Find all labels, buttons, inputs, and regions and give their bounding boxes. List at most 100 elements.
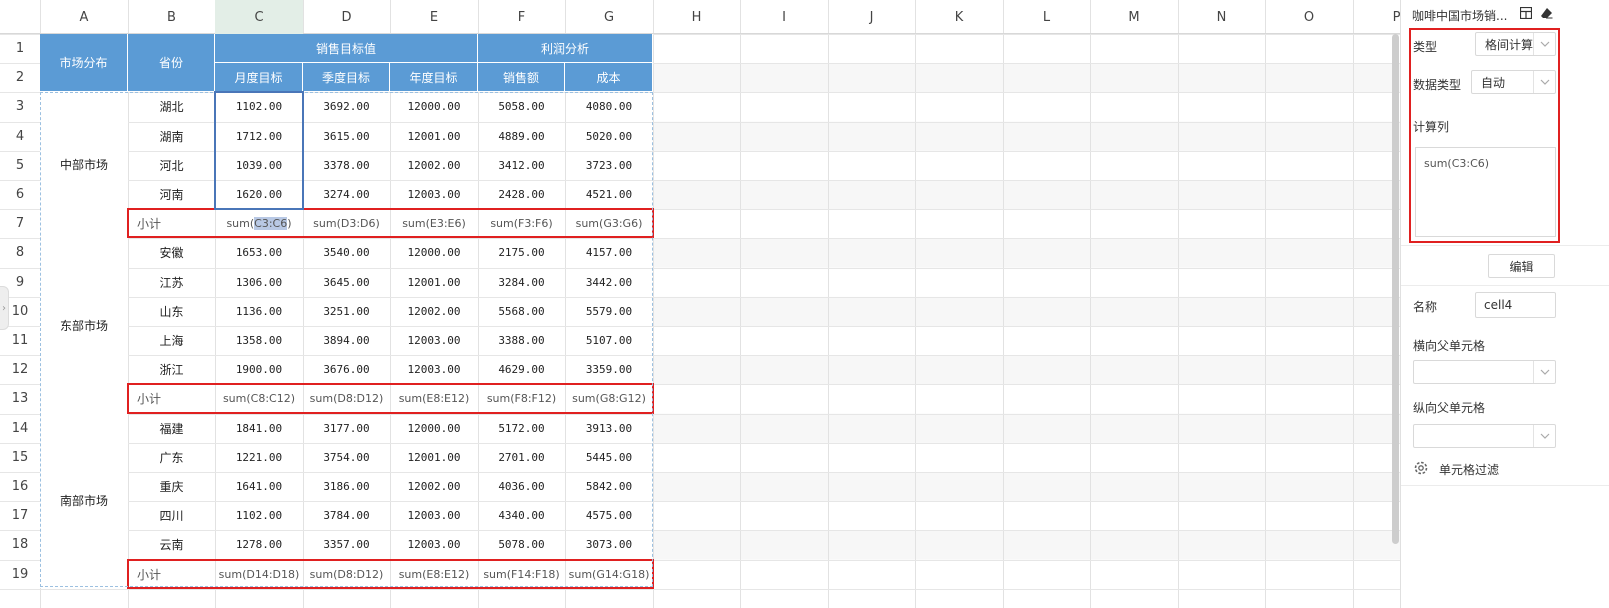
value-cell[interactable]: 3754.00 — [303, 443, 390, 472]
value-cell[interactable]: 3913.00 — [565, 414, 653, 443]
value-cell[interactable]: 3676.00 — [303, 355, 390, 384]
region-cell[interactable]: 东部市场 — [40, 238, 128, 413]
province-cell[interactable]: 湖北 — [128, 92, 215, 121]
value-cell[interactable]: 1102.00 — [215, 501, 303, 530]
value-cell[interactable]: 3723.00 — [565, 151, 653, 180]
value-cell[interactable]: 1102.00 — [215, 92, 303, 121]
column-header-i[interactable]: I — [740, 0, 828, 34]
column-header-c[interactable]: C — [215, 0, 303, 34]
header-yearly[interactable]: 年度目标 — [390, 63, 478, 93]
value-cell[interactable]: 3251.00 — [303, 297, 390, 326]
value-cell[interactable]: 4889.00 — [478, 122, 565, 151]
vertical-scrollbar[interactable] — [1392, 34, 1399, 544]
formula-cell[interactable]: sum(F8:F12) — [478, 384, 565, 413]
region-cell[interactable]: 南部市场 — [40, 413, 128, 588]
value-cell[interactable]: 3284.00 — [478, 268, 565, 297]
column-header-f[interactable]: F — [478, 0, 565, 34]
value-cell[interactable]: 1136.00 — [215, 297, 303, 326]
value-cell[interactable]: 2175.00 — [478, 238, 565, 267]
formula-cell[interactable]: sum(D3:D6) — [303, 209, 390, 238]
row-header-14[interactable]: 14 — [0, 414, 40, 443]
header-cost[interactable]: 成本 — [565, 63, 653, 93]
value-cell[interactable]: 5107.00 — [565, 326, 653, 355]
value-cell[interactable]: 3388.00 — [478, 326, 565, 355]
row-header-3[interactable]: 3 — [0, 92, 40, 121]
value-cell[interactable]: 5058.00 — [478, 92, 565, 121]
gear-icon[interactable] — [1413, 460, 1429, 476]
province-cell[interactable]: 四川 — [128, 501, 215, 530]
value-cell[interactable]: 4521.00 — [565, 180, 653, 209]
value-cell[interactable]: 12000.00 — [390, 414, 478, 443]
row-header-1[interactable]: 1 — [0, 34, 40, 63]
province-cell[interactable]: 浙江 — [128, 355, 215, 384]
column-header-o[interactable]: O — [1265, 0, 1353, 34]
header-sales[interactable]: 销售额 — [478, 63, 565, 93]
value-cell[interactable]: 4080.00 — [565, 92, 653, 121]
province-cell[interactable]: 山东 — [128, 297, 215, 326]
value-cell[interactable]: 3540.00 — [303, 238, 390, 267]
value-cell[interactable]: 12002.00 — [390, 472, 478, 501]
row-header-15[interactable]: 15 — [0, 443, 40, 472]
column-header-k[interactable]: K — [915, 0, 1003, 34]
row-header-5[interactable]: 5 — [0, 151, 40, 180]
column-header-n[interactable]: N — [1178, 0, 1265, 34]
value-cell[interactable]: 12000.00 — [390, 238, 478, 267]
value-cell[interactable]: 3692.00 — [303, 92, 390, 121]
formula-cell[interactable]: sum(E8:E12) — [390, 384, 478, 413]
cell-filter-link[interactable]: 单元格过滤 — [1439, 461, 1499, 478]
header-profit-analysis[interactable]: 利润分析 — [478, 34, 653, 64]
province-cell[interactable]: 重庆 — [128, 472, 215, 501]
formula-cell[interactable]: sum(E3:E6) — [390, 209, 478, 238]
value-cell[interactable]: 1620.00 — [215, 180, 303, 209]
value-cell[interactable]: 12000.00 — [390, 92, 478, 121]
province-cell[interactable]: 广东 — [128, 443, 215, 472]
column-header-a[interactable]: A — [40, 0, 128, 34]
formula-cell[interactable]: sum(C8:C12) — [215, 384, 303, 413]
column-header-h[interactable]: H — [653, 0, 740, 34]
spreadsheet[interactable]: ABCDEFGHIJKLMNOPQ12345678910111213141516… — [0, 0, 1400, 608]
formula-cell[interactable]: sum(G8:G12) — [565, 384, 653, 413]
value-cell[interactable]: 12003.00 — [390, 530, 478, 559]
value-cell[interactable]: 1641.00 — [215, 472, 303, 501]
layout-icon[interactable] — [1519, 6, 1533, 20]
row-header-13[interactable]: 13 — [0, 384, 40, 413]
value-cell[interactable]: 12003.00 — [390, 180, 478, 209]
value-cell[interactable]: 5568.00 — [478, 297, 565, 326]
value-cell[interactable]: 3412.00 — [478, 151, 565, 180]
province-cell[interactable]: 江苏 — [128, 268, 215, 297]
value-cell[interactable]: 4340.00 — [478, 501, 565, 530]
formula-cell[interactable]: sum(D14:D18) — [215, 560, 303, 589]
subtotal-label[interactable]: 小计 — [128, 209, 215, 238]
row-header-11[interactable]: 11 — [0, 326, 40, 355]
value-cell[interactable]: 3359.00 — [565, 355, 653, 384]
column-header-g[interactable]: G — [565, 0, 653, 34]
column-header-l[interactable]: L — [1003, 0, 1090, 34]
value-cell[interactable]: 1358.00 — [215, 326, 303, 355]
value-cell[interactable]: 12002.00 — [390, 151, 478, 180]
header-sales-target[interactable]: 销售目标值 — [215, 34, 478, 64]
value-cell[interactable]: 1900.00 — [215, 355, 303, 384]
province-cell[interactable]: 福建 — [128, 414, 215, 443]
province-cell[interactable]: 河北 — [128, 151, 215, 180]
name-input[interactable]: cell4 — [1475, 292, 1556, 318]
value-cell[interactable]: 12001.00 — [390, 268, 478, 297]
province-cell[interactable]: 湖南 — [128, 122, 215, 151]
value-cell[interactable]: 3357.00 — [303, 530, 390, 559]
column-header-m[interactable]: M — [1090, 0, 1178, 34]
row-header-16[interactable]: 16 — [0, 472, 40, 501]
row-header-19[interactable]: 19 — [0, 560, 40, 589]
edit-button[interactable]: 编辑 — [1488, 254, 1555, 278]
value-cell[interactable]: 3186.00 — [303, 472, 390, 501]
column-header-d[interactable]: D — [303, 0, 390, 34]
province-cell[interactable]: 安徽 — [128, 238, 215, 267]
row-header-6[interactable]: 6 — [0, 180, 40, 209]
value-cell[interactable]: 3784.00 — [303, 501, 390, 530]
value-cell[interactable]: 5445.00 — [565, 443, 653, 472]
value-cell[interactable]: 5579.00 — [565, 297, 653, 326]
value-cell[interactable]: 2428.00 — [478, 180, 565, 209]
value-cell[interactable]: 5172.00 — [478, 414, 565, 443]
value-cell[interactable]: 4575.00 — [565, 501, 653, 530]
value-cell[interactable]: 5020.00 — [565, 122, 653, 151]
value-cell[interactable]: 3177.00 — [303, 414, 390, 443]
value-cell[interactable]: 4157.00 — [565, 238, 653, 267]
